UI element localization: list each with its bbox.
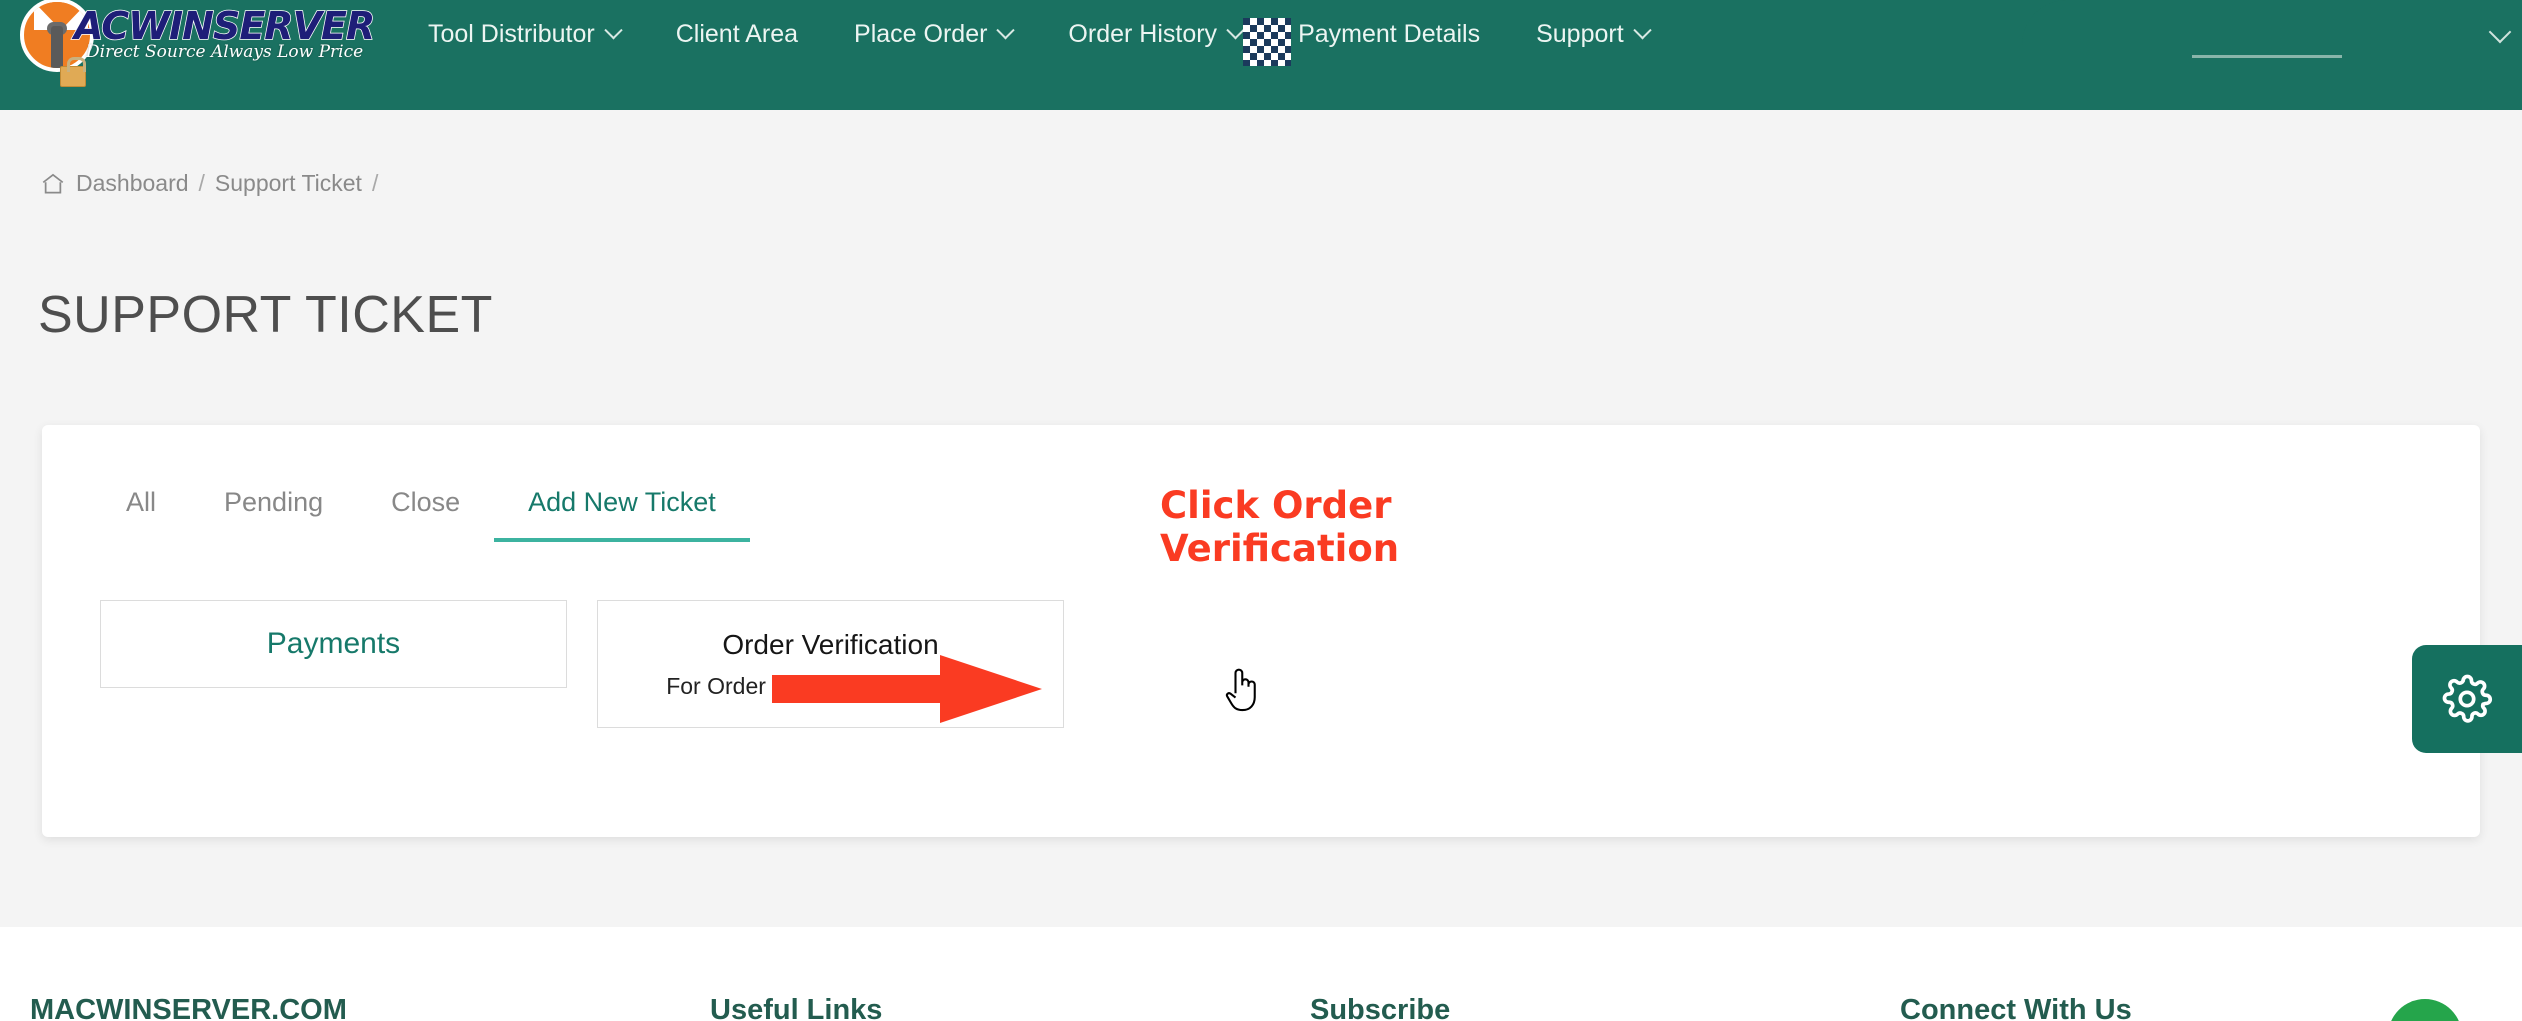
footer-heading: Subscribe xyxy=(1310,994,1451,1021)
tab-add-new-ticket[interactable]: Add New Ticket xyxy=(494,475,750,542)
footer-column-subscribe: Subscribe xyxy=(1310,927,1900,1021)
footer-column-about: MACWINSERVER.COM xyxy=(30,927,710,1021)
site-footer: MACWINSERVER.COM Useful Links Subscribe … xyxy=(0,927,2522,1021)
tab-all[interactable]: All xyxy=(92,475,190,542)
nav-item-tool-distributor[interactable]: Tool Distributor xyxy=(400,0,648,68)
chevron-down-icon xyxy=(604,20,623,39)
nav-item-label: Place Order xyxy=(854,19,988,48)
ticket-category-title: Payments xyxy=(266,627,401,660)
nav-item-label: Payment Details xyxy=(1298,19,1481,48)
ticket-category-payments[interactable]: Payments xyxy=(100,600,567,688)
breadcrumb: Dashboard / Support Ticket / xyxy=(40,170,378,197)
nav-item-label: Tool Distributor xyxy=(428,19,595,48)
qr-avatar-icon[interactable] xyxy=(1243,18,1291,66)
chevron-down-icon xyxy=(1226,20,1245,39)
main-navigation: Tool Distributor Client Area Place Order… xyxy=(400,0,1677,68)
ticket-status-tabs: All Pending Close Add New Ticket xyxy=(92,475,750,542)
tab-close[interactable]: Close xyxy=(357,475,494,542)
breadcrumb-separator: / xyxy=(371,170,379,196)
breadcrumb-item-dashboard[interactable]: Dashboard xyxy=(76,170,189,197)
footer-heading: Useful Links xyxy=(710,994,883,1021)
logo-lock-icon xyxy=(60,57,86,87)
nav-item-payment-details[interactable]: Payment Details xyxy=(1270,0,1508,68)
chevron-down-icon xyxy=(1632,20,1652,39)
footer-columns: MACWINSERVER.COM Useful Links Subscribe … xyxy=(0,927,2522,1021)
footer-heading: Connect With Us xyxy=(1900,994,2132,1021)
footer-column-connect: Connect With Us xyxy=(1900,927,2460,1021)
logo-tagline: Direct Source Always Low Price xyxy=(86,42,364,62)
nav-item-support[interactable]: Support xyxy=(1508,0,1677,68)
nav-item-order-history[interactable]: Order History xyxy=(1040,0,1270,68)
annotation-text: Click Order Verification xyxy=(1160,484,1400,570)
nav-item-label: Support xyxy=(1536,19,1624,48)
home-icon[interactable] xyxy=(40,171,66,197)
user-name-placeholder xyxy=(2192,55,2342,58)
tab-pending[interactable]: Pending xyxy=(190,475,357,542)
page-title: SUPPORT TICKET xyxy=(38,286,493,344)
user-account-area[interactable] xyxy=(2000,0,2522,110)
breadcrumb-separator: / xyxy=(198,170,205,196)
nav-item-client-area[interactable]: Client Area xyxy=(648,0,826,68)
footer-heading: MACWINSERVER.COM xyxy=(30,994,347,1021)
nav-item-label: Client Area xyxy=(675,19,799,48)
right-arrow-annotation-icon xyxy=(772,655,1042,723)
chevron-down-icon xyxy=(996,20,1016,39)
site-header: ACWINSERVER Direct Source Always Low Pri… xyxy=(0,0,2522,110)
nav-item-label: Order History xyxy=(1068,19,1218,48)
page-body: Dashboard / Support Ticket / SUPPORT TIC… xyxy=(0,110,2522,927)
gear-icon xyxy=(2442,674,2493,723)
footer-column-useful-links: Useful Links xyxy=(710,927,1310,1021)
settings-fab-button[interactable] xyxy=(2412,645,2522,753)
nav-item-place-order[interactable]: Place Order xyxy=(826,0,1040,68)
site-logo[interactable]: ACWINSERVER Direct Source Always Low Pri… xyxy=(14,0,376,102)
breadcrumb-item-support-ticket[interactable]: Support Ticket xyxy=(215,170,362,197)
